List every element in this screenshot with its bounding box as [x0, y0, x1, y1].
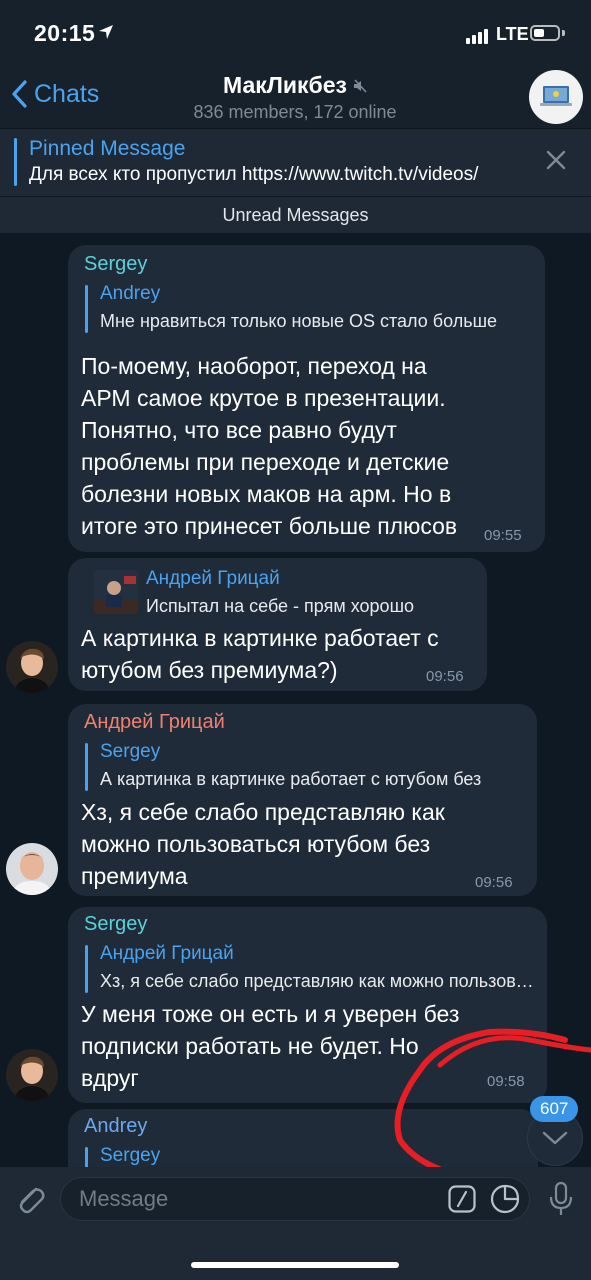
message-text: Хз, я себе слабо представляю как можно п…: [81, 799, 445, 889]
message-sender: Sergey: [84, 913, 148, 935]
pinned-message-bar[interactable]: Pinned Message Для всех кто пропустил ht…: [0, 128, 591, 197]
message-list[interactable]: Sergey Andrey Мне нравиться только новые…: [0, 233, 591, 1167]
message-time: 09:56: [426, 668, 464, 685]
chevron-down-icon: [542, 1131, 568, 1145]
microphone-icon[interactable]: [548, 1181, 574, 1217]
laptop-icon: [540, 86, 572, 106]
reply-text: Испытал на себе - прям хорошо: [146, 596, 415, 616]
sergey-avatar-image: [6, 641, 58, 693]
back-label: Chats: [34, 79, 100, 108]
reply-preview[interactable]: Sergey: [85, 1145, 525, 1167]
reply-bar: [85, 1147, 88, 1167]
unread-count-badge: 607: [530, 1096, 579, 1122]
reply-preview[interactable]: Андрей Грицай Испытал на себе - прям хор…: [94, 568, 479, 622]
reply-bar: [85, 285, 88, 333]
message-bubble[interactable]: Andrey Sergey: [68, 1109, 538, 1167]
sergey-avatar-image: [6, 1049, 58, 1101]
message-sender: Андрей Грицай: [84, 711, 225, 733]
chat-title-row: МакЛикбез: [223, 72, 367, 99]
group-avatar[interactable]: [529, 70, 583, 124]
reply-name: Андрей Грицай: [146, 568, 280, 589]
andrey-g-avatar-image: [6, 843, 58, 895]
back-button[interactable]: Chats: [10, 79, 99, 109]
reply-name: Андрей Грицай: [100, 943, 234, 964]
message-sender: Sergey: [84, 253, 148, 275]
unread-messages-divider: Unread Messages: [0, 196, 591, 233]
battery-tip: [562, 30, 565, 36]
message-bubble[interactable]: Андрей Грицай Испытал на себе - прям хор…: [68, 558, 487, 691]
signal-icon: [466, 26, 490, 44]
avatar[interactable]: [6, 843, 58, 895]
network-type: LTE: [496, 24, 529, 44]
message-time: 09:55: [484, 527, 522, 544]
reply-preview[interactable]: Sergey А картинка в картинке работает с …: [85, 741, 525, 795]
battery-icon: [530, 25, 560, 41]
chat-subtitle: 836 members, 172 online: [193, 102, 397, 122]
reply-name: Sergey: [100, 741, 161, 762]
reply-preview[interactable]: Андрей Грицай Хз, я себе слабо представл…: [85, 943, 535, 997]
reply-text: Хз, я себе слабо представляю как можно п…: [100, 971, 535, 991]
bot-commands-icon[interactable]: [448, 1185, 476, 1213]
clock: 20:15: [34, 20, 96, 46]
reply-text: А картинка в картинке работает с ютубом …: [100, 769, 482, 789]
message-sender: Andrey: [84, 1115, 148, 1137]
reply-bar: [85, 743, 88, 791]
mute-icon: [353, 78, 367, 93]
chevron-left-icon: [12, 80, 27, 108]
avatar[interactable]: [6, 641, 58, 693]
reply-bar: [85, 945, 88, 993]
sticker-icon[interactable]: [490, 1184, 520, 1214]
paperclip-icon[interactable]: [12, 1181, 48, 1217]
reply-text: Мне нравиться только новые OS стало боль…: [100, 311, 498, 331]
message-time: 09:58: [487, 1073, 525, 1090]
close-icon[interactable]: [545, 149, 567, 171]
chat-header: Chats МакЛикбез 836 members, 172 online: [0, 70, 591, 128]
chat-title: МакЛикбез: [223, 72, 347, 98]
reply-preview[interactable]: Andrey Мне нравиться только новые OS ста…: [85, 283, 530, 337]
message-bubble[interactable]: Sergey Andrey Мне нравиться только новые…: [68, 245, 545, 552]
pinned-text: Для всех кто пропустил https://www.twitc…: [29, 164, 479, 185]
status-bar: 20:15 LTE: [0, 0, 591, 70]
pinned-title: Pinned Message: [29, 137, 186, 160]
chat-title-area[interactable]: МакЛикбез 836 members, 172 online: [150, 70, 440, 123]
reply-name: Sergey: [100, 1145, 161, 1166]
reply-name: Andrey: [100, 283, 161, 304]
message-text: У меня тоже он есть и я уверен без подпи…: [81, 1001, 460, 1091]
location-arrow-icon: [99, 25, 113, 39]
message-time: 09:56: [475, 874, 513, 891]
pinned-accent-bar: [14, 138, 17, 186]
message-text: По-моему, наоборот, переход на АРМ самое…: [81, 353, 458, 539]
message-text: А картинка в картинке работает с ютубом …: [81, 625, 439, 683]
message-bubble[interactable]: Андрей Грицай Sergey А картинка в картин…: [68, 704, 537, 896]
message-bubble[interactable]: Sergey Андрей Грицай Хз, я себе слабо пр…: [68, 907, 547, 1103]
reply-thumbnail-image: [94, 570, 138, 614]
home-indicator: [191, 1262, 399, 1268]
avatar[interactable]: [6, 1049, 58, 1101]
